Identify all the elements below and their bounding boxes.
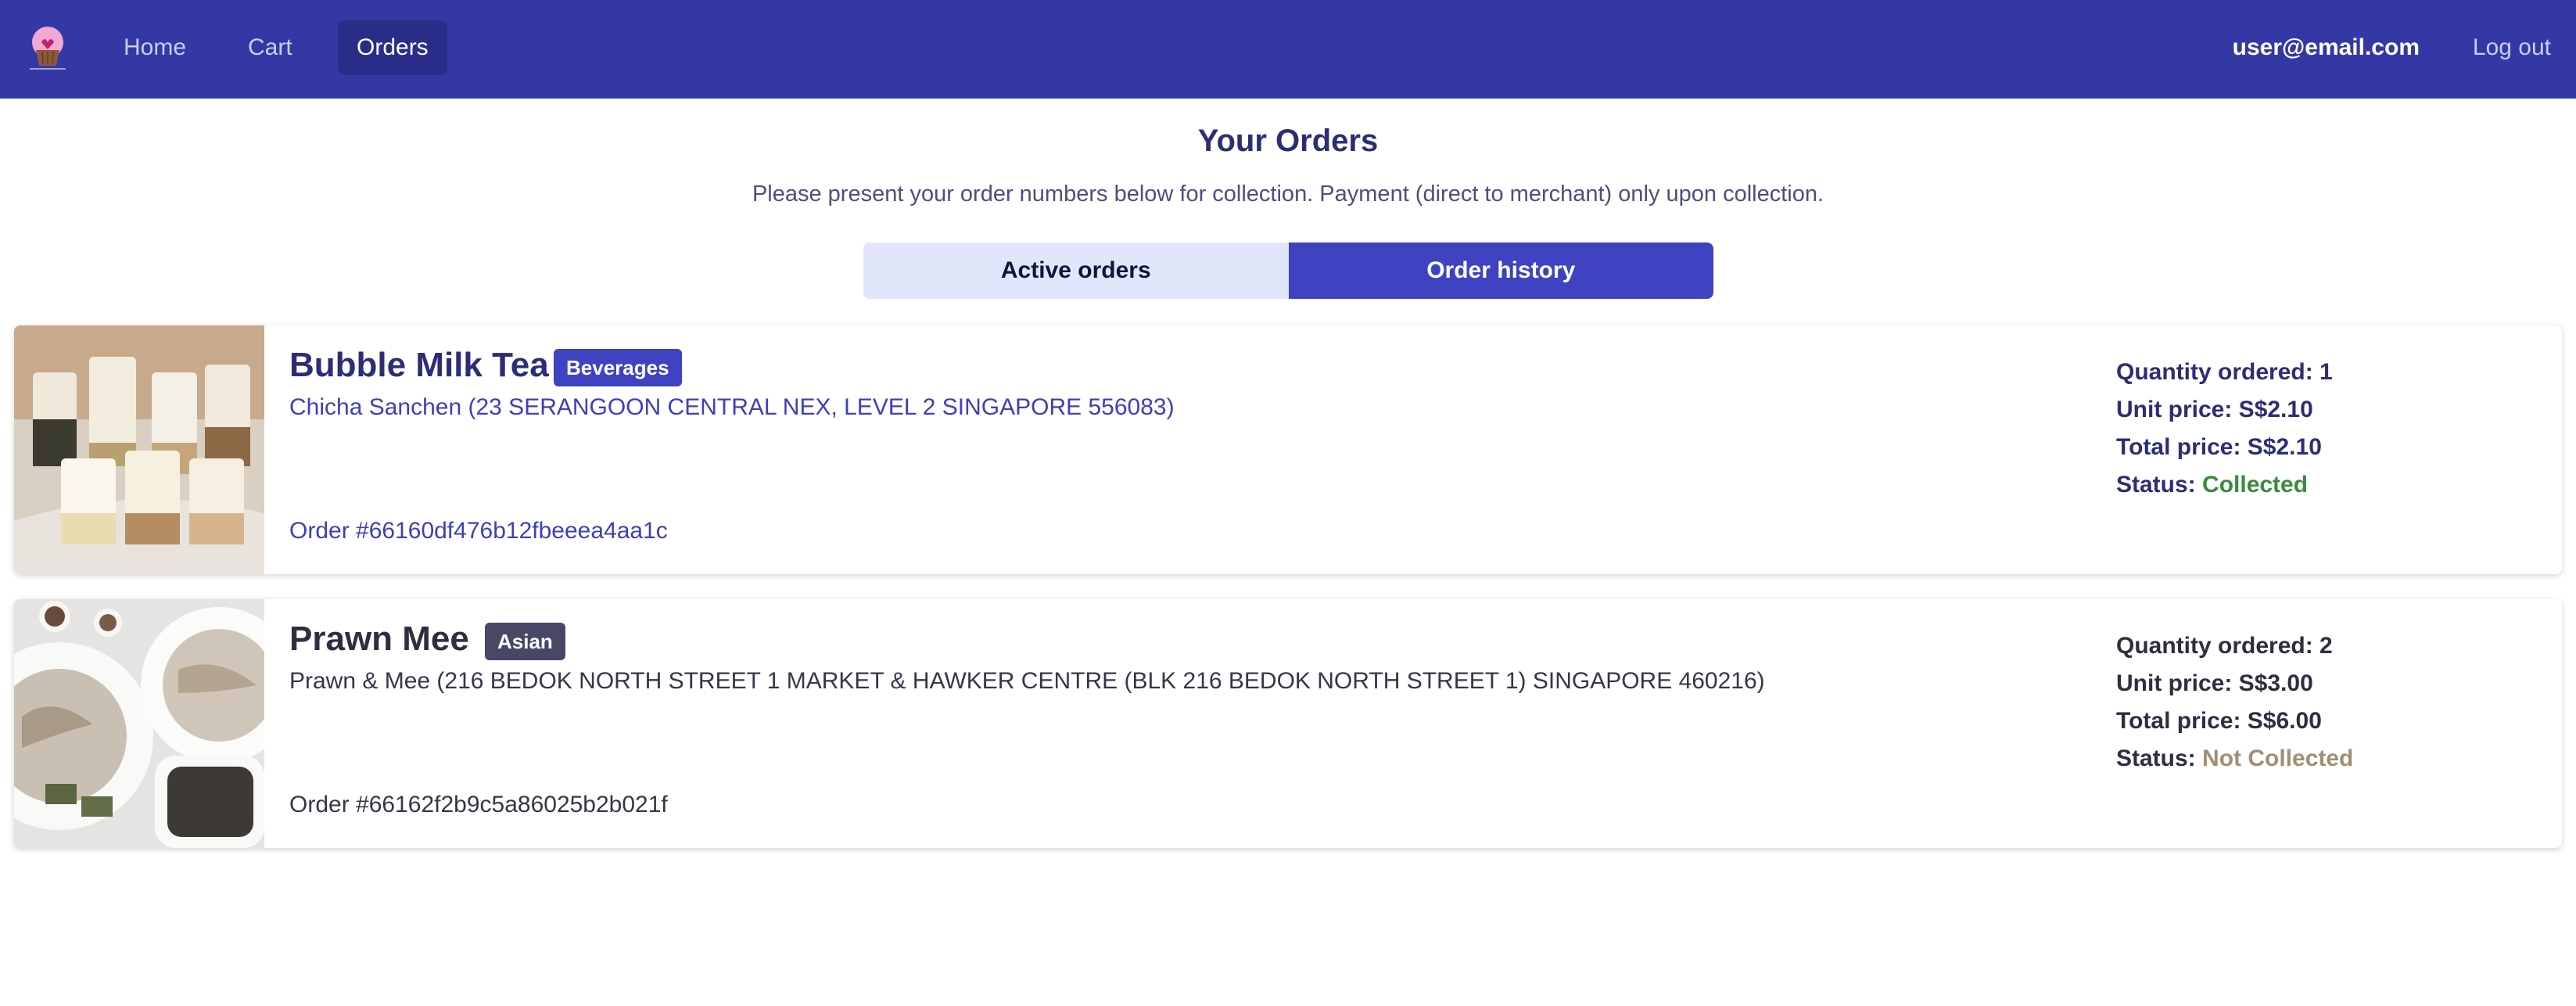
cupcake-heart-logo-icon[interactable] <box>20 23 75 72</box>
category-badge: Asian <box>485 623 565 660</box>
page-subtitle: Please present your order numbers below … <box>752 181 1824 207</box>
status-label: Status: <box>2116 746 2196 771</box>
category-badge: Beverages <box>554 349 682 386</box>
order-card: Prawn Mee Asian Prawn & Mee (216 BEDOK N… <box>14 599 2562 848</box>
top-navbar: Home Cart Orders user@email.com Log out <box>0 0 2576 99</box>
order-details: Quantity ordered: 2 Unit price: S$3.00 T… <box>2116 627 2353 778</box>
order-status: Status: Collected <box>2116 466 2333 504</box>
unit-price: Unit price: S$2.10 <box>2116 397 2313 422</box>
nav-orders-link[interactable]: Orders <box>338 20 447 75</box>
quantity-ordered: Quantity ordered: 2 <box>2116 633 2333 659</box>
status-label: Status: <box>2116 472 2196 498</box>
item-name: Bubble Milk Tea <box>289 346 549 384</box>
unit-price: Unit price: S$3.00 <box>2116 670 2313 696</box>
status-value: Collected <box>2202 472 2309 498</box>
item-name: Prawn Mee <box>289 620 469 658</box>
order-card: Bubble Milk Tea Beverages Chicha Sanchen… <box>14 325 2562 574</box>
order-tabs: Active orders Order history <box>863 243 1713 299</box>
nav-cart-link[interactable]: Cart <box>229 20 311 75</box>
logout-link[interactable]: Log out <box>2473 20 2551 75</box>
merchant-address: Prawn & Mee (216 BEDOK NORTH STREET 1 MA… <box>289 668 1765 694</box>
total-price: Total price: S$6.00 <box>2116 708 2322 734</box>
tab-order-history[interactable]: Order history <box>1288 243 1713 299</box>
user-email: user@email.com <box>2232 34 2420 60</box>
total-price: Total price: S$2.10 <box>2116 434 2322 460</box>
order-number: Order #66160df476b12fbeeea4aa1c <box>289 518 668 544</box>
nav-home-link[interactable]: Home <box>105 20 205 75</box>
order-number: Order #66162f2b9c5a86025b2b021f <box>289 792 668 817</box>
quantity-ordered: Quantity ordered: 1 <box>2116 359 2333 385</box>
tab-active-orders[interactable]: Active orders <box>863 243 1289 299</box>
order-details: Quantity ordered: 1 Unit price: S$2.10 T… <box>2116 354 2333 504</box>
order-status: Status: Not Collected <box>2116 740 2353 778</box>
merchant-address: Chicha Sanchen (23 SERANGOON CENTRAL NEX… <box>289 394 1175 420</box>
status-value: Not Collected <box>2202 746 2354 771</box>
bubble-tea-cups-photo <box>14 325 264 574</box>
page-title: Your Orders <box>1197 124 1379 158</box>
prawn-noodle-bowls-photo <box>14 599 297 848</box>
